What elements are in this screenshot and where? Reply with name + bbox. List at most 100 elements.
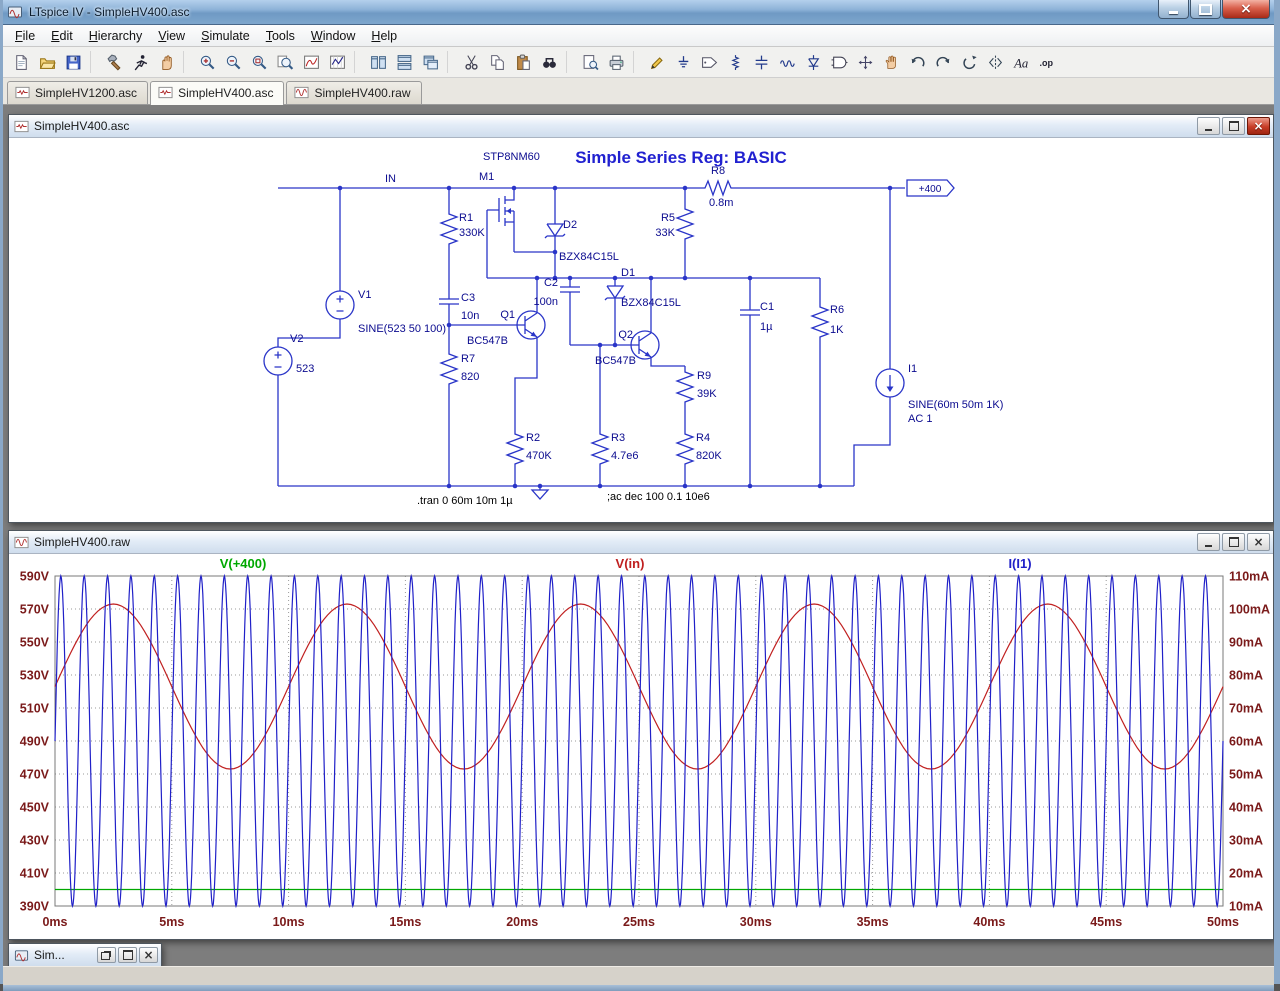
label-R7-name[interactable]: R7 [461,353,475,365]
R9-symbol[interactable] [676,365,694,407]
toolbar-drag-button[interactable] [878,49,904,75]
label-Q2-name[interactable]: Q2 [618,329,633,341]
toolbar-run-simulation-button[interactable] [127,49,153,75]
close-button[interactable] [1222,0,1270,19]
label-R9-name[interactable]: R9 [697,370,711,382]
R2-symbol[interactable] [506,427,524,469]
R6-symbol[interactable] [811,300,829,342]
toolbar-place-resistor-button[interactable] [722,49,748,75]
toolbar-place-ground-button[interactable] [670,49,696,75]
minimized-window-titlebar[interactable]: Sim... [9,944,161,966]
component-symbols[interactable] [263,179,955,500]
toolbar-rotate-button[interactable] [956,49,982,75]
waveform-window-titlebar[interactable]: SimpleHV400.raw [9,531,1273,554]
label-Q2-value[interactable]: BC547B [595,355,636,367]
label-R6-name[interactable]: R6 [830,304,844,316]
tab-SimpleHV400.raw[interactable]: SimpleHV400.raw [286,81,422,104]
label-D1-value[interactable]: BZX84C15L [621,297,681,309]
waveform-window[interactable]: SimpleHV400.raw 590V 570V 550V 530V 510V 490V… [8,530,1274,940]
label-R8-name[interactable]: R8 [711,165,725,177]
toolbar-cut-button[interactable] [458,49,484,75]
menu-tools[interactable]: Tools [258,27,303,45]
menu-simulate[interactable]: Simulate [193,27,258,45]
toolbar-undo-button[interactable] [904,49,930,75]
R4-symbol[interactable] [676,427,694,469]
label-R2-value[interactable]: 470K [526,450,552,462]
label-R3-value[interactable]: 4.7e6 [611,450,639,462]
R7-symbol[interactable] [440,347,458,389]
label-C1-name[interactable]: C1 [760,301,774,313]
schematic-canvas[interactable]: Simple Series Reg: BASIC IN +400 STP8NM6… [9,138,1271,521]
R3-symbol[interactable] [591,427,609,469]
C2-symbol[interactable] [559,277,581,301]
toolbar-place-inductor-button[interactable] [774,49,800,75]
tab-SimpleHV1200.asc[interactable]: SimpleHV1200.asc [7,81,149,104]
label-V2-name[interactable]: V2 [290,333,303,345]
label-I1-value[interactable]: SINE(60m 50m 1K) [908,399,1003,411]
Q1-symbol[interactable] [514,310,546,340]
menu-edit[interactable]: Edit [43,27,81,45]
toolbar-move-button[interactable] [852,49,878,75]
label-C3-name[interactable]: C3 [461,292,475,304]
toolbar-zoom-in-button[interactable] [194,49,220,75]
waveform-plot-area[interactable]: 590V 570V 550V 530V 510V 490V 470V 450V 430V 410V… [9,554,1273,939]
C1-symbol[interactable] [739,300,761,324]
label-C2-value[interactable]: 100n [534,296,558,308]
label-C2-name[interactable]: C2 [544,277,558,289]
label-D1-name[interactable]: D1 [621,267,635,279]
toolbar-place-diode-button[interactable] [800,49,826,75]
schematic-window[interactable]: SimpleHV400.asc × Simple Series Reg: BAS… [8,114,1274,523]
label-Q1-name[interactable]: Q1 [500,309,515,321]
label-R7-value[interactable]: 820 [461,371,479,383]
toolbar-new-schematic-button[interactable] [8,49,34,75]
tab-SimpleHV400.asc[interactable]: SimpleHV400.asc [150,81,285,105]
minimized-maximize-button[interactable] [118,947,137,963]
toolbar-place-component-button[interactable] [826,49,852,75]
schematic-maximize-button[interactable] [1222,117,1245,135]
titlebar[interactable]: LTspice IV - SimpleHV400.asc [3,0,1274,25]
label-I1-name[interactable]: I1 [908,363,917,375]
schematic-window-titlebar[interactable]: SimpleHV400.asc [9,115,1273,138]
toolbar-find-button[interactable] [536,49,562,75]
D2-symbol[interactable] [544,215,566,247]
ground-symbol[interactable] [531,489,549,500]
maximize-button[interactable] [1190,0,1221,19]
menu-hierarchy[interactable]: Hierarchy [81,27,151,45]
toolbar-place-text-button[interactable] [1008,49,1034,75]
directive-tran[interactable]: .tran 0 60m 10m 1µ [417,495,513,507]
minimized-close-button[interactable] [139,947,158,963]
label-V1-name[interactable]: V1 [358,289,371,301]
label-R2-name[interactable]: R2 [526,432,540,444]
menu-window[interactable]: Window [303,27,363,45]
toolbar-draw-wire-button[interactable] [644,49,670,75]
R5-symbol[interactable] [676,202,694,244]
directive-ac[interactable]: ;ac dec 100 0.1 10e6 [607,491,710,503]
waveform-maximize-button[interactable] [1222,533,1245,551]
label-R3-name[interactable]: R3 [611,432,625,444]
toolbar-halt-simulation-button[interactable] [153,49,179,75]
legend-vin[interactable]: V(in) [616,556,645,571]
label-M1-value[interactable]: STP8NM60 [483,151,540,163]
toolbar-spice-directive-button[interactable] [1034,49,1060,75]
label-C3-value[interactable]: 10n [461,310,479,322]
minimize-button[interactable] [1158,0,1189,19]
waveform-minimize-button[interactable] [1197,533,1220,551]
label-R4-name[interactable]: R4 [696,432,710,444]
label-D2-name[interactable]: D2 [563,219,577,231]
toolbar-save-button[interactable] [60,49,86,75]
label-Q1-value[interactable]: BC547B [467,335,508,347]
V1-symbol[interactable] [325,290,355,320]
toolbar-print-preview-button[interactable] [577,49,603,75]
legend-ii1[interactable]: I(I1) [1008,556,1031,571]
label-C1-value[interactable]: 1µ [760,321,773,333]
toolbar-plot-pane-button[interactable] [324,49,350,75]
toolbar-copy-button[interactable] [484,49,510,75]
toolbar-paste-button[interactable] [510,49,536,75]
R8-symbol[interactable] [699,180,737,196]
menu-view[interactable]: View [150,27,193,45]
label-I1-ac[interactable]: AC 1 [908,413,932,425]
toolbar-tile-horizontally-button[interactable] [391,49,417,75]
label-R6-value[interactable]: 1K [830,324,844,336]
label-V1-value[interactable]: SINE(523 50 100) [358,323,446,335]
toolbar-zoom-full-extents-button[interactable] [246,49,272,75]
